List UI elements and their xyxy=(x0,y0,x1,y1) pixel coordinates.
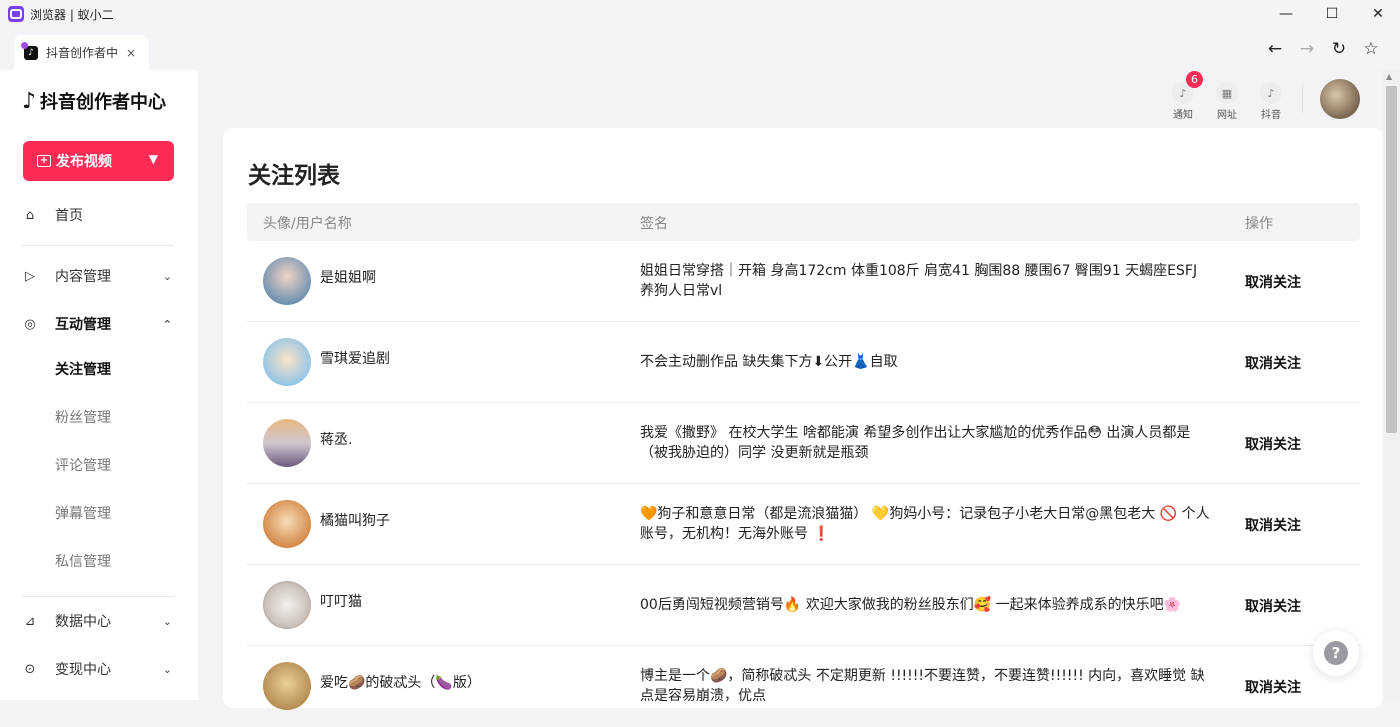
tab-title: 抖音创作者中 xyxy=(46,46,118,60)
site-button[interactable]: ▦ 网址 xyxy=(1207,82,1247,121)
table-header: 头像/用户名称 签名 操作 xyxy=(247,203,1360,241)
column-header-action: 操作 xyxy=(1245,216,1273,232)
coin-icon: ⊙ xyxy=(24,661,36,677)
back-button[interactable]: ← xyxy=(1264,38,1286,60)
plus-icon: + xyxy=(37,155,51,167)
table-row: 爱吃🥔的破忒头（🍆版） 博主是一个🥔，简称破忒头 不定期更新 !!!!!!不要连… xyxy=(247,646,1360,727)
reload-button[interactable]: ↻ xyxy=(1328,38,1350,60)
help-button[interactable]: ? xyxy=(1313,630,1359,676)
douyin-logo-icon: ♪ xyxy=(22,88,37,114)
sidebar-item-label: 首页 xyxy=(55,208,83,224)
window-title: 浏览器 | 蚁小二 xyxy=(30,7,114,22)
scrollbar-thumb[interactable] xyxy=(1386,86,1397,433)
site-label: 网址 xyxy=(1217,110,1237,121)
unfollow-button[interactable]: 取消关注 xyxy=(1245,353,1301,373)
grid-icon: ▦ xyxy=(1216,82,1238,104)
app-icon xyxy=(8,6,24,22)
table-row: 橘猫叫狗子 🧡狗子和意意日常（都是流浪猫猫） 💛狗妈小号：记录包子小老大日常@黑… xyxy=(247,484,1360,565)
logo: ♪ 抖音创作者中心 xyxy=(22,88,166,114)
chevron-down-icon: ⌄ xyxy=(162,269,172,283)
sidebar-item-monetize[interactable]: ⊙ 变现中心 ⌄ xyxy=(22,657,174,681)
user-name[interactable]: 雪琪爱追剧 xyxy=(320,348,390,368)
sidebar: ♪ 抖音创作者中心 + 发布视频 ▼ xyxy=(0,70,198,700)
douyin-icon: ♪ xyxy=(1260,82,1282,104)
douyin-favicon-icon: ♪ xyxy=(21,41,38,60)
home-icon: ⌂ xyxy=(25,207,35,223)
douyin-label: 抖音 xyxy=(1261,110,1281,121)
chat-search-icon: ◎ xyxy=(24,316,36,332)
avatar[interactable] xyxy=(263,662,311,710)
avatar[interactable] xyxy=(263,500,311,548)
sidebar-item-label: 互动管理 xyxy=(55,317,111,333)
notification-label: 通知 xyxy=(1173,110,1193,121)
page-title: 关注列表 xyxy=(248,163,340,189)
sidebar-item-label: 变现中心 xyxy=(55,662,111,678)
user-name[interactable]: 爱吃🥔的破忒头（🍆版） xyxy=(320,672,481,692)
sidebar-subitem-comments[interactable]: 评论管理 xyxy=(55,455,111,475)
chevron-down-icon[interactable]: ▼ xyxy=(149,152,158,166)
user-signature: 00后勇闯短视频营销号🔥 欢迎大家做我的粉丝股东们🥰 一起来体验养成系的快乐吧🌸 xyxy=(640,597,1182,613)
avatar[interactable] xyxy=(263,419,311,467)
unfollow-button[interactable]: 取消关注 xyxy=(1245,596,1301,616)
sidebar-subitem-danmaku[interactable]: 弹幕管理 xyxy=(55,503,111,523)
user-signature: 博主是一个🥔，简称破忒头 不定期更新 !!!!!!不要连赞，不要连赞!!!!!!… xyxy=(640,668,1205,704)
chevron-down-icon: ⌄ xyxy=(162,662,172,676)
close-window-button[interactable]: ✕ xyxy=(1355,0,1400,28)
table-row: 叮叮猫 00后勇闯短视频营销号🔥 欢迎大家做我的粉丝股东们🥰 一起来体验养成系的… xyxy=(247,565,1360,646)
sidebar-item-label: 内容管理 xyxy=(55,269,111,285)
table-row: 雪琪爱追剧 不会主动删作品 缺失集下方⬇公开👗自取 取消关注 xyxy=(247,322,1360,403)
sidebar-item-home[interactable]: ⌂ 首页 xyxy=(22,203,174,227)
sidebar-item-interaction[interactable]: ◎ 互动管理 ⌃ xyxy=(22,312,174,336)
column-header-signature: 签名 xyxy=(640,216,668,232)
table-row: 是姐姐啊 姐姐日常穿搭｜开箱 身高172cm 体重108斤 肩宽41 胸围88 … xyxy=(247,241,1360,322)
user-signature: 姐姐日常穿搭｜开箱 身高172cm 体重108斤 肩宽41 胸围88 腰围67 … xyxy=(640,263,1198,299)
minimize-button[interactable]: — xyxy=(1263,0,1309,28)
unfollow-button[interactable]: 取消关注 xyxy=(1245,434,1301,454)
notification-button[interactable]: ♪ 通知 xyxy=(1163,82,1203,121)
sidebar-subitem-messages[interactable]: 私信管理 xyxy=(55,551,111,571)
notification-badge: 6 xyxy=(1186,71,1203,88)
scroll-up-icon[interactable]: ▲ xyxy=(1386,72,1392,81)
unfollow-button[interactable]: 取消关注 xyxy=(1245,272,1301,292)
sidebar-subitem-follow[interactable]: 关注管理 xyxy=(55,359,111,379)
play-square-icon: ▷ xyxy=(25,268,35,284)
user-name[interactable]: 橘猫叫狗子 xyxy=(320,510,390,530)
unfollow-button[interactable]: 取消关注 xyxy=(1245,677,1301,697)
column-header-user: 头像/用户名称 xyxy=(263,216,352,232)
user-signature: 我爱《撒野》 在校大学生 啥都能演 希望多创作出让大家尴尬的优秀作品😳 出演人员… xyxy=(640,425,1191,461)
chevron-up-icon: ⌃ xyxy=(162,317,172,331)
chevron-down-icon: ⌄ xyxy=(162,614,172,628)
user-name[interactable]: 叮叮猫 xyxy=(320,591,362,611)
sidebar-item-content[interactable]: ▷ 内容管理 ⌄ xyxy=(22,264,174,288)
tab-close-icon[interactable]: × xyxy=(126,46,136,60)
user-signature: 不会主动删作品 缺失集下方⬇公开👗自取 xyxy=(640,354,898,370)
avatar[interactable] xyxy=(263,338,311,386)
user-name[interactable]: 蒋丞. xyxy=(320,429,352,449)
avatar[interactable] xyxy=(263,257,311,305)
douyin-button[interactable]: ♪ 抖音 xyxy=(1251,82,1291,121)
tab-bar: ♪ 抖音创作者中 × xyxy=(0,28,1400,70)
unfollow-button[interactable]: 取消关注 xyxy=(1245,515,1301,535)
browser-tab[interactable]: ♪ 抖音创作者中 × xyxy=(14,35,149,70)
maximize-button[interactable]: ☐ xyxy=(1309,0,1355,28)
question-icon: ? xyxy=(1324,641,1348,665)
chart-icon: ⊿ xyxy=(24,613,36,629)
user-name[interactable]: 是姐姐啊 xyxy=(320,267,376,287)
header-divider xyxy=(1302,85,1303,113)
avatar[interactable] xyxy=(263,581,311,629)
user-avatar[interactable] xyxy=(1320,79,1360,119)
user-signature: 🧡狗子和意意日常（都是流浪猫猫） 💛狗妈小号：记录包子小老大日常@黑包老大 🚫 … xyxy=(640,506,1210,542)
sidebar-subitem-fans[interactable]: 粉丝管理 xyxy=(55,407,111,427)
forward-button[interactable]: → xyxy=(1296,38,1318,60)
window-titlebar: 浏览器 | 蚁小二 xyxy=(0,0,1400,28)
publish-label: 发布视频 xyxy=(56,154,112,170)
logo-text: 抖音创作者中心 xyxy=(40,92,167,113)
sidebar-item-data[interactable]: ⊿ 数据中心 ⌄ xyxy=(22,609,174,633)
sidebar-item-label: 数据中心 xyxy=(55,614,111,630)
publish-video-button[interactable]: + 发布视频 ▼ xyxy=(23,141,174,181)
table-row: 蒋丞. 我爱《撒野》 在校大学生 啥都能演 希望多创作出让大家尴尬的优秀作品😳 … xyxy=(247,403,1360,484)
bookmark-button[interactable]: ☆ xyxy=(1360,38,1382,60)
